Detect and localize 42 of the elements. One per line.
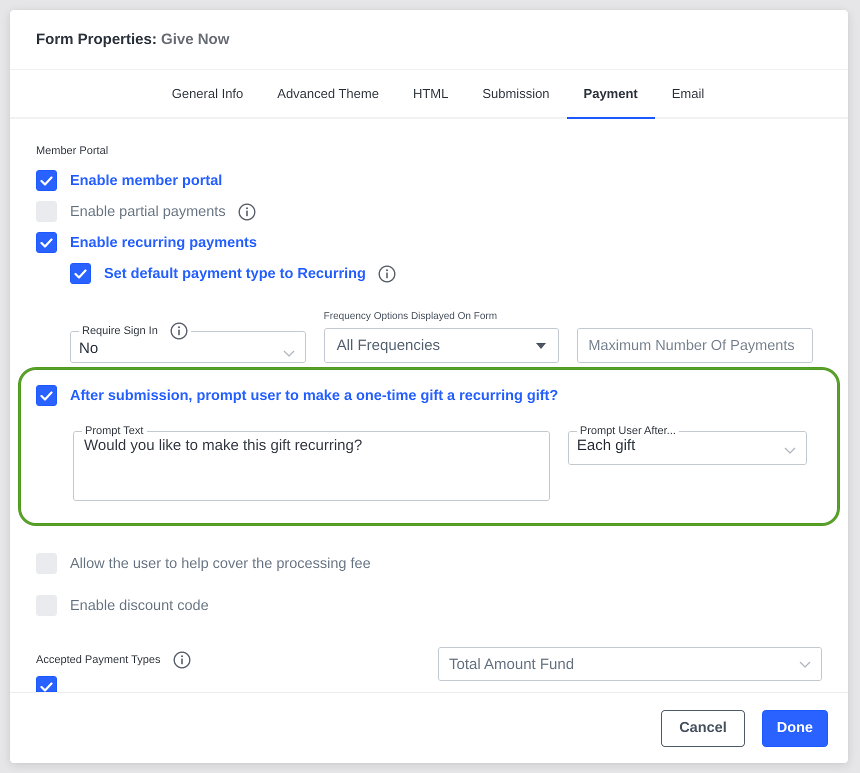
checkbox-label: Enable recurring payments: [70, 234, 257, 250]
check-icon: [74, 268, 87, 278]
primary-button[interactable]: Done: [762, 710, 828, 746]
info-icon[interactable]: [238, 202, 256, 220]
tab[interactable]: Submission: [465, 70, 567, 119]
checkbox-label: Enable partial payments: [70, 204, 226, 220]
checkbox[interactable]: [36, 232, 57, 253]
checkbox[interactable]: [36, 676, 57, 692]
checkbox[interactable]: [36, 385, 57, 406]
tab[interactable]: HTML: [396, 70, 466, 119]
section-heading: Accepted Payment Types: [36, 654, 161, 666]
prompt-after-select[interactable]: Prompt User After... Each gift: [568, 425, 807, 465]
info-icon[interactable]: [378, 264, 396, 282]
section-heading: Member Portal: [36, 145, 110, 157]
prompt-text-field[interactable]: Prompt Text Would you like to make this gift recurring?: [73, 425, 550, 501]
tab[interactable]: General Info: [154, 70, 260, 119]
checkbox[interactable]: [36, 170, 57, 191]
check-icon: [40, 238, 53, 248]
chevron-down-icon: [799, 660, 811, 668]
field-label: Frequency Options Displayed On Form: [324, 311, 498, 322]
checkbox-label: Enable member portal: [70, 172, 222, 188]
tab[interactable]: Advanced Theme: [260, 70, 396, 119]
secondary-button[interactable]: Cancel: [661, 710, 745, 746]
info-icon[interactable]: [172, 651, 191, 669]
fund-select[interactable]: Total Amount Fund: [438, 647, 822, 681]
caret-down-icon: [536, 342, 546, 348]
require-sign-in-select[interactable]: Require Sign In No: [70, 322, 306, 363]
tab[interactable]: Payment: [566, 70, 655, 119]
checkbox[interactable]: [70, 263, 91, 284]
dialog-title: Form Properties: Give Now: [36, 31, 230, 48]
chevron-down-icon: [282, 350, 295, 357]
check-icon: [40, 176, 53, 186]
frequency-select[interactable]: All Frequencies: [324, 328, 560, 363]
tab[interactable]: Email: [654, 70, 722, 119]
checkbox-label: Enable discount code: [70, 598, 209, 614]
checkbox-label: Set default payment type to Recurring: [104, 266, 366, 282]
info-icon[interactable]: [170, 322, 188, 340]
check-icon: [40, 390, 53, 400]
input-field[interactable]: Maximum Number Of Payments: [577, 328, 814, 363]
chevron-down-icon: [784, 447, 796, 454]
checkbox-label: After submission, prompt user to make a one-time gift a recurring gift?: [70, 388, 558, 404]
checkbox-label: Allow the user to help cover the processing fee: [70, 556, 371, 572]
